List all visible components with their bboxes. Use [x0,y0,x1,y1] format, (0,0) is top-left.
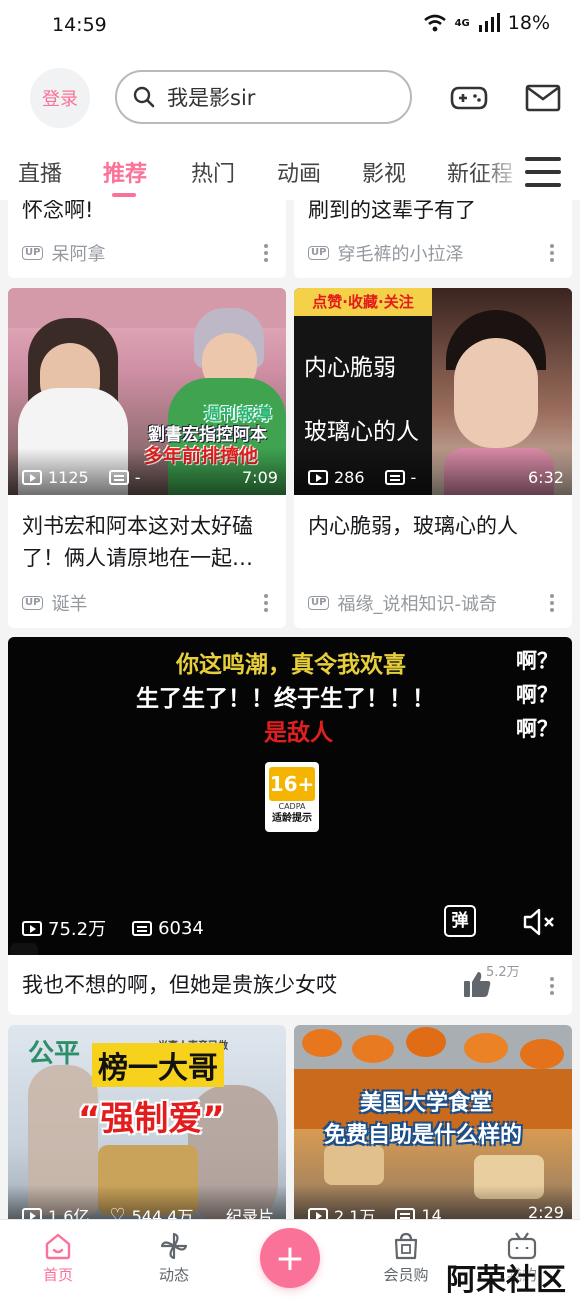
play-count-icon [22,470,42,485]
bilibili-tv-icon [10,943,38,955]
tab-recommend[interactable]: 推荐 [103,156,147,188]
more-icon[interactable] [264,594,268,612]
video-thumbnail: 公平 当事人声音已做 榜一大哥 “强制爱” 1.6亿 ♡ 544.4万 纪录片 [8,1025,286,1225]
author-name: 呆阿拿 [51,244,106,265]
more-icon[interactable] [550,244,554,262]
tab-anime[interactable]: 动画 [277,156,321,188]
search-bar[interactable]: 我是影sir [115,70,412,124]
danmaku-icon [384,470,405,485]
video-card[interactable]: 点赞·收藏·关注 内心脆弱 玻璃心的人 286 - 6:32 内心脆弱，玻璃心的… [294,288,572,628]
danmaku-count: 6034 [158,917,204,939]
active-tab-indicator [112,193,136,197]
video-thumbnail: 週刊報導 劉書宏指控阿本 多年前排擠他 1125 - 7:09 [8,288,286,495]
status-bar: 14:59 4G 18% [0,0,580,56]
video-card[interactable]: 刷到的这辈子有了 UP 穿毛裤的小拉泽 [294,200,572,278]
view-count: 75.2万 [48,919,107,940]
danmaku-count: - [134,468,141,487]
up-badge: UP [308,596,330,610]
duration: 7:09 [242,468,278,487]
nav-dynamic-label: 动态 [158,1266,189,1284]
danmaku-icon [108,470,129,485]
play-count-icon [22,920,42,936]
video-title: 刘书宏和阿本这对太好磕了！俩人请原地在一起… [22,514,253,570]
video-card[interactable]: 怀念啊! UP 呆阿拿 [8,200,286,278]
more-icon[interactable] [264,244,268,262]
video-card[interactable]: 公平 当事人声音已做 榜一大哥 “强制爱” 1.6亿 ♡ 544.4万 纪录片 [8,1025,286,1225]
publish-button[interactable]: + [260,1228,320,1288]
search-placeholder: 我是影sir [167,86,256,110]
mail-icon[interactable] [525,78,561,116]
more-icon[interactable] [550,594,554,612]
signal-icon [478,13,500,32]
network-label: 4G [454,17,470,29]
mute-icon[interactable] [522,907,556,937]
tab-film[interactable]: 影视 [362,156,406,188]
game-controller-icon[interactable] [450,78,488,116]
up-badge: UP [308,246,330,260]
view-count: 286 [334,468,365,487]
age-rating-badge: 16+ CADPA 适龄提示 [265,762,319,832]
duration: 6:32 [528,468,564,487]
author-name: 诞羊 [51,594,88,615]
author-name: 穿毛裤的小拉泽 [337,244,464,265]
video-title: 内心脆弱，玻璃心的人 [308,514,518,538]
login-button[interactable]: 登录 [30,68,90,128]
like-count: 5.2万 [486,965,520,980]
search-icon [133,86,155,108]
nav-home-label: 首页 [42,1266,73,1284]
status-time: 14:59 [52,14,107,36]
more-icon[interactable] [550,977,554,995]
category-tabs: 直播 推荐 热门 动画 影视 新征程 [0,142,580,200]
play-count-icon [308,470,328,485]
tab-live[interactable]: 直播 [18,156,62,188]
view-count: 1125 [48,468,89,487]
video-title: 我也不想的啊，但她是贵族少女哎 [22,973,337,997]
video-player[interactable]: 你这鸣潮，真令我欢喜 生了生了！！终于生了！！！ 是敌人 啊？ 啊？ 啊？ 16… [8,637,572,955]
shopping-bag-icon [394,1232,418,1260]
watermark: 阿荣社区 [446,1263,566,1298]
nav-home[interactable]: 首页 [18,1230,98,1285]
video-card[interactable]: 美国大学食堂 免费自助是什么样的 2.1万 14 2:29 [294,1025,572,1225]
pinwheel-icon [160,1232,188,1260]
danmaku-icon [132,920,153,936]
up-badge: UP [22,246,44,260]
tab-hot[interactable]: 热门 [191,156,235,188]
nav-shop[interactable]: 会员购 [366,1230,446,1285]
video-thumbnail: 美国大学食堂 免费自助是什么样的 2.1万 14 2:29 [294,1025,572,1225]
nav-dynamic[interactable]: 动态 [134,1230,214,1285]
wifi-icon [423,14,446,32]
up-badge: UP [22,596,44,610]
featured-video-card[interactable]: 你这鸣潮，真令我欢喜 生了生了！！终于生了！！！ 是敌人 啊？ 啊？ 啊？ 16… [8,637,572,1015]
home-icon [45,1233,71,1260]
video-thumbnail: 点赞·收藏·关注 内心脆弱 玻璃心的人 286 - 6:32 [294,288,572,495]
author-name: 福缘_说相知识-诚奇 [337,594,497,615]
battery-level: 18% [507,12,550,34]
menu-icon[interactable] [525,154,561,190]
nav-shop-label: 会员购 [383,1266,429,1284]
danmaku-count: - [410,468,417,487]
danmaku-toggle-button[interactable]: 弹 [444,905,476,937]
video-card[interactable]: 週刊報導 劉書宏指控阿本 多年前排擠他 1125 - 7:09 刘书宏和阿本这对… [8,288,286,628]
video-title: 刷到的这辈子有了 [308,200,476,222]
video-title: 怀念啊! [22,200,94,222]
top-header: 登录 我是影sir [0,56,580,142]
